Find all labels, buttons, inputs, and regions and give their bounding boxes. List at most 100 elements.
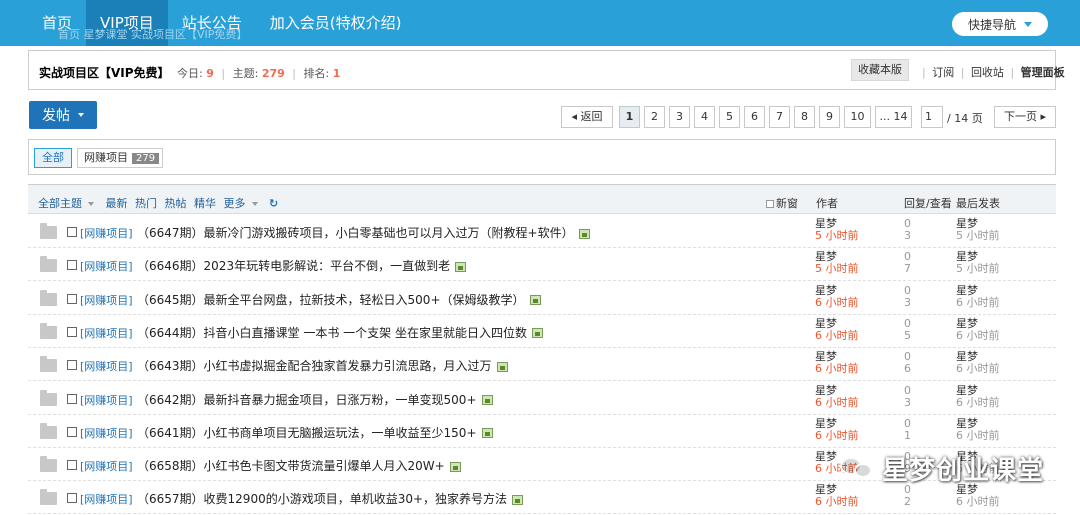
thread-row[interactable]: [网赚项目] （6643期）小红书虚拟掘金配合独家首发暴力引流思路，月入过万 星梦 6… [28, 348, 1056, 382]
thread-row[interactable]: [网赚项目] （6647期）最新冷门游戏搬砖项目，小白零基础也可以月入过万（附教程… [28, 215, 1056, 248]
thread-checkbox[interactable] [67, 426, 77, 437]
thread-title[interactable]: （6644期）抖音小白直播课堂 一本书 一个支架 坐在家里就能日入四位数 [137, 326, 527, 340]
new-window-toggle[interactable]: 新窗 [766, 195, 798, 211]
quick-nav-button[interactable]: 快捷导航 [952, 12, 1048, 36]
pager-page-4[interactable]: 4 [694, 106, 715, 128]
thread-checkbox[interactable] [67, 493, 77, 504]
thread-category-link[interactable]: [网赚项目] [80, 491, 133, 507]
thread-title[interactable]: （6643期）小红书虚拟掘金配合独家首发暴力引流思路，月入过万 [137, 359, 492, 373]
post-time: 6 小时前 [815, 395, 859, 409]
thread-title[interactable]: （6645期）最新全平台网盘，拉新技术，轻松日入500+（保姆级教学） [137, 293, 525, 307]
thread-checkbox[interactable] [67, 293, 77, 304]
thread-checkbox[interactable] [67, 360, 77, 371]
thread-title[interactable]: （6657期）收费12900的小游戏项目，单机收益30+，独家养号方法 [137, 492, 507, 506]
pager-page-input[interactable]: 1 [921, 106, 943, 128]
last-post-time[interactable]: 6 小时前 [956, 496, 1000, 508]
author-name[interactable]: 星梦 [815, 284, 837, 297]
last-author[interactable]: 星梦 [956, 284, 978, 297]
last-post-time[interactable]: 6 小时前 [956, 329, 1000, 342]
thread-filters: 全部主题 最新 热门 热帖 精华 更多 ↻ [38, 195, 282, 211]
thread-subject[interactable]: （6644期）抖音小白直播课堂 一本书 一个支架 坐在家里就能日入四位数 [137, 324, 543, 341]
view-count: 3 [904, 229, 911, 242]
pager-page-2[interactable]: 2 [644, 106, 665, 128]
pager-page-last[interactable]: ... 14 [875, 106, 912, 128]
pager-page-5[interactable]: 5 [719, 106, 740, 128]
thread-subject[interactable]: （6646期）2023年玩转电影解说：平台不倒，一直做到老 [137, 257, 467, 274]
pager-page-9[interactable]: 9 [819, 106, 840, 128]
thread-checkbox[interactable] [67, 460, 77, 471]
thread-stats: 01 [904, 417, 911, 442]
filter-more[interactable]: 更多 [224, 197, 262, 210]
last-author[interactable]: 星梦 [956, 417, 978, 430]
thread-stats: 03 [904, 218, 911, 242]
thread-title[interactable]: （6641期）小红书商单项目无脑搬运玩法，一单收益至少150+ [137, 426, 477, 440]
thread-subject[interactable]: （6641期）小红书商单项目无脑搬运玩法，一单收益至少150+ [137, 424, 493, 441]
thread-subject[interactable]: （6647期）最新冷门游戏搬砖项目，小白零基础也可以月入过万（附教程+软件） [137, 224, 590, 241]
thread-category-link[interactable]: [网赚项目] [80, 458, 133, 474]
thread-category-link[interactable]: [网赚项目] [80, 225, 133, 241]
thread-row[interactable]: [网赚项目] （6646期）2023年玩转电影解说：平台不倒，一直做到老 星梦 5 小… [28, 248, 1056, 282]
filter-digest[interactable]: 精华 [194, 197, 216, 210]
thread-subject[interactable]: （6657期）收费12900的小游戏项目，单机收益30+，独家养号方法 [137, 490, 524, 507]
thread-category-link[interactable]: [网赚项目] [80, 425, 133, 441]
last-author[interactable]: 星梦 [956, 384, 978, 397]
thread-subject[interactable]: （6643期）小红书虚拟掘金配合独家首发暴力引流思路，月入过万 [137, 357, 508, 374]
filter-all-topics[interactable]: 全部主题 [38, 197, 98, 210]
last-post-time[interactable]: 6 小时前 [956, 296, 1000, 309]
post-time: 6 小时前 [815, 362, 859, 376]
nav-item-join-vip[interactable]: 加入会员(特权介绍) [256, 0, 416, 46]
thread-row[interactable]: [网赚项目] （6644期）抖音小白直播课堂 一本书 一个支架 坐在家里就能日入四… [28, 315, 1056, 348]
last-post-time[interactable]: 6 小时前 [956, 396, 1000, 409]
pager-prev-button[interactable]: ◂ 返回 [561, 106, 613, 128]
last-post-time[interactable]: 5 小时前 [956, 230, 1000, 242]
category-wangzhuan-tab[interactable]: 网赚项目 279 [77, 148, 163, 168]
new-window-checkbox[interactable] [766, 200, 774, 208]
thread-subject[interactable]: （6642期）最新抖音暴力掘金项目，日涨万粉，一单变现500+ [137, 391, 493, 408]
refresh-icon[interactable]: ↻ [269, 197, 278, 210]
category-all-tab[interactable]: 全部 [34, 148, 72, 168]
filter-latest[interactable]: 最新 [106, 197, 128, 210]
author-name[interactable]: 星梦 [815, 384, 837, 397]
thread-category-link[interactable]: [网赚项目] [80, 258, 133, 274]
author-name[interactable]: 星梦 [815, 317, 837, 330]
pager-page-6[interactable]: 6 [744, 106, 765, 128]
thread-checkbox[interactable] [67, 393, 77, 404]
thread-category-link[interactable]: [网赚项目] [80, 292, 133, 308]
thread-title[interactable]: （6658期）小红书色卡图文带货流量引爆单人月入20W+ [137, 459, 445, 473]
filter-hot[interactable]: 热门 [135, 197, 157, 210]
recycle-bin-link[interactable]: 回收站 [971, 66, 1004, 79]
last-post-time[interactable]: 6 小时前 [956, 363, 1000, 375]
pager-page-3[interactable]: 3 [669, 106, 690, 128]
pager-page-1[interactable]: 1 [619, 106, 640, 128]
thread-subject[interactable]: （6658期）小红书色卡图文带货流量引爆单人月入20W+ [137, 457, 461, 474]
image-attachment-icon [529, 295, 541, 306]
pager-page-10[interactable]: 10 [844, 106, 871, 128]
pager-page-8[interactable]: 8 [794, 106, 815, 128]
thread-subject[interactable]: （6645期）最新全平台网盘，拉新技术，轻松日入500+（保姆级教学） [137, 291, 541, 308]
subscribe-link[interactable]: 订阅 [932, 66, 954, 79]
thread-title[interactable]: （6647期）最新冷门游戏搬砖项目，小白零基础也可以月入过万（附教程+软件） [137, 226, 574, 240]
thread-category-link[interactable]: [网赚项目] [80, 392, 133, 408]
pager-page-7[interactable]: 7 [769, 106, 790, 128]
thread-title[interactable]: （6642期）最新抖音暴力掘金项目，日涨万粉，一单变现500+ [137, 393, 477, 407]
thread-checkbox[interactable] [67, 326, 77, 337]
author-name[interactable]: 星梦 [815, 417, 837, 430]
new-post-button[interactable]: 发帖 [29, 101, 97, 129]
thread-category-link[interactable]: [网赚项目] [80, 358, 133, 374]
thread-last-post: 星梦 6 小时前 [956, 351, 1000, 375]
thread-title[interactable]: （6646期）2023年玩转电影解说：平台不倒，一直做到老 [137, 259, 450, 273]
favorite-forum-button[interactable]: 收藏本版 [851, 59, 909, 81]
last-author[interactable]: 星梦 [956, 317, 978, 330]
filter-hotpost[interactable]: 热帖 [165, 197, 187, 210]
thread-row[interactable]: [网赚项目] （6642期）最新抖音暴力掘金项目，日涨万粉，一单变现500+ 星梦 6… [28, 382, 1056, 415]
thread-checkbox[interactable] [67, 227, 77, 237]
thread-checkbox[interactable] [67, 260, 77, 271]
last-post-time[interactable]: 6 小时前 [956, 429, 1000, 442]
thread-row[interactable]: [网赚项目] （6641期）小红书商单项目无脑搬运玩法，一单收益至少150+ 星梦 6… [28, 415, 1056, 448]
last-post-time[interactable]: 5 小时前 [956, 263, 1000, 275]
thread-row[interactable]: [网赚项目] （6645期）最新全平台网盘，拉新技术，轻松日入500+（保姆级教学… [28, 282, 1056, 315]
post-time: 6 小时前 [815, 495, 859, 509]
thread-category-link[interactable]: [网赚项目] [80, 325, 133, 341]
pager-next-button[interactable]: 下一页 ▸ [994, 106, 1056, 128]
manage-panel-link[interactable]: 管理面板 [1021, 66, 1065, 79]
